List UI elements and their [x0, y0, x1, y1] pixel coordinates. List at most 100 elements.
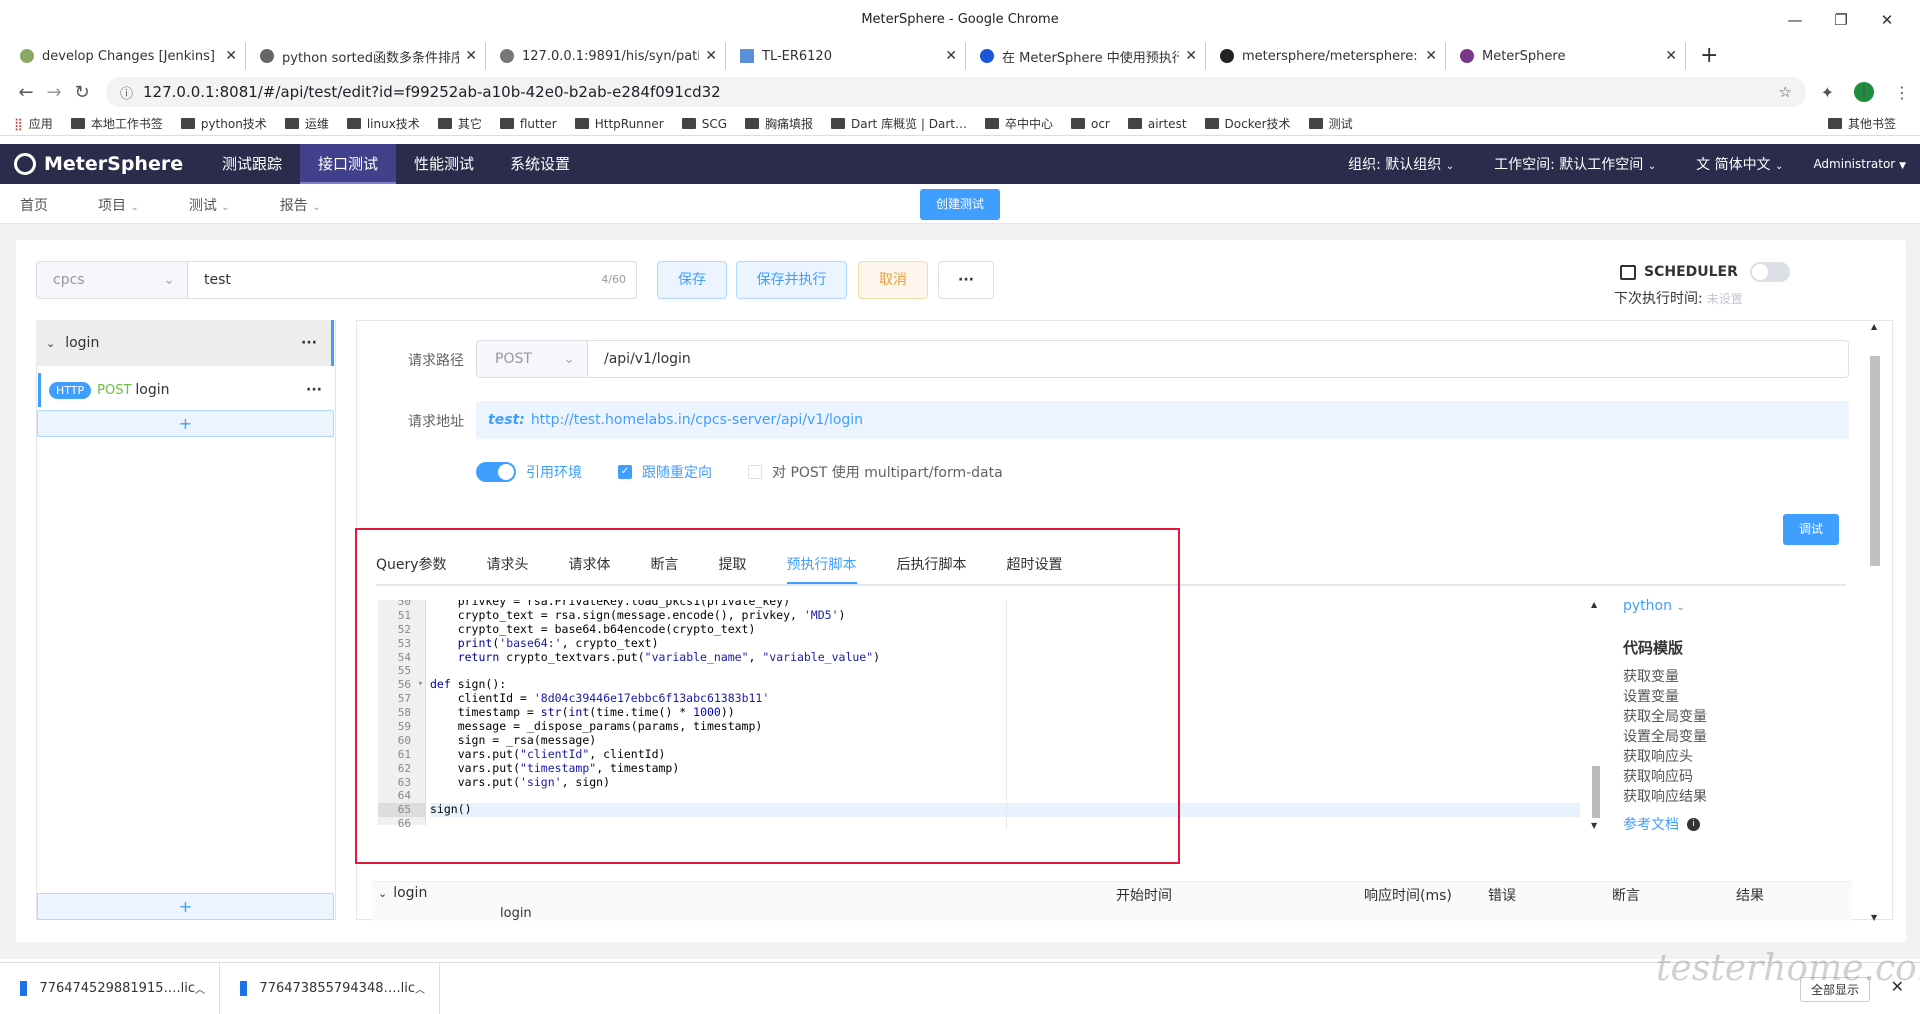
chrome-menu-icon[interactable]: ⋮ — [1894, 83, 1910, 102]
follow-redirect-checkbox[interactable]: ✓ — [618, 465, 632, 479]
save-button[interactable]: 保存 — [657, 261, 727, 299]
reload-icon[interactable]: ↻ — [68, 82, 96, 103]
nav-test-track[interactable]: 测试跟踪 — [204, 144, 300, 184]
save-and-run-button[interactable]: 保存并执行 — [736, 261, 847, 299]
request-item[interactable]: HTTP POST login ··· — [38, 373, 334, 407]
back-icon[interactable]: ← — [12, 82, 40, 103]
scroll-up-icon[interactable]: ▲ — [1591, 600, 1597, 609]
create-test-button[interactable]: 创建测试 — [920, 189, 1000, 220]
template-get-var[interactable]: 获取变量 — [1623, 666, 1679, 686]
chevron-up-icon[interactable]: ︿ — [195, 981, 205, 996]
bookmark-item[interactable]: HttpRunner — [574, 117, 664, 131]
subnav-report[interactable]: 报告 ⌄ — [280, 195, 321, 215]
org-dropdown[interactable]: 组织: 默认组织 ⌄ — [1348, 154, 1454, 174]
editor-scroll-thumb[interactable] — [1592, 766, 1600, 818]
result-toggle[interactable]: ⌄ login — [378, 885, 427, 901]
tab-close-icon[interactable]: ✕ — [945, 48, 957, 64]
panel-scroll-thumb[interactable] — [1870, 356, 1880, 566]
bookmark-item[interactable]: linux技术 — [346, 115, 420, 132]
tab-close-icon[interactable]: ✕ — [1425, 48, 1437, 64]
new-tab-icon[interactable]: + — [1700, 42, 1718, 70]
download-item[interactable]: 776474529881915….lic ︿ — [0, 962, 220, 1014]
subnav-test[interactable]: 测试 ⌄ — [189, 195, 230, 215]
other-bookmarks[interactable]: 其他书签 — [1827, 115, 1896, 132]
scenario-item[interactable]: ⌄ login ··· — [36, 320, 334, 366]
bookmark-item[interactable]: ocr — [1070, 117, 1110, 131]
tab-close-icon[interactable]: ✕ — [1185, 48, 1197, 64]
scroll-down-icon[interactable]: ▼ — [1871, 913, 1877, 922]
test-name-input[interactable]: test 4/60 — [187, 261, 637, 299]
template-get-resp-code[interactable]: 获取响应码 — [1623, 766, 1693, 786]
browser-tab[interactable]: 在 MeterSphere 中使用预执行脚 ✕ — [966, 42, 1206, 70]
restore-icon[interactable]: ❐ — [1818, 0, 1864, 40]
bookmark-item[interactable]: 胸痛填报 — [745, 115, 813, 132]
tab-close-icon[interactable]: ✕ — [705, 48, 717, 64]
nav-api-test[interactable]: 接口测试 — [300, 144, 397, 184]
subnav-home[interactable]: 首页 — [20, 195, 48, 215]
request-more-icon[interactable]: ··· — [306, 382, 322, 398]
nav-settings[interactable]: 系统设置 — [492, 144, 588, 184]
template-set-global-var[interactable]: 设置全局变量 — [1623, 726, 1707, 746]
bookmark-item[interactable]: ⣿ 应用 — [14, 115, 53, 132]
add-request-button[interactable]: + — [37, 410, 334, 437]
browser-tab[interactable]: TL-ER6120 ✕ — [726, 42, 966, 70]
panel-scrollbar[interactable]: ▲ ▼ — [1870, 322, 1882, 922]
scroll-down-icon[interactable]: ▼ — [1591, 821, 1597, 830]
add-scenario-button[interactable]: + — [37, 893, 334, 920]
multipart-checkbox[interactable] — [748, 465, 762, 479]
template-get-resp-body[interactable]: 获取响应结果 — [1623, 786, 1707, 806]
app-logo[interactable]: MeterSphere — [0, 153, 204, 175]
bookmark-item[interactable]: Docker技术 — [1204, 115, 1291, 132]
bookmark-item[interactable]: 测试 — [1308, 115, 1353, 132]
bookmark-item[interactable]: 本地工作书签 — [70, 115, 163, 132]
scheduler-toggle[interactable] — [1749, 262, 1790, 282]
chevron-up-icon[interactable]: ︿ — [415, 981, 425, 996]
tab-close-icon[interactable]: ✕ — [225, 48, 237, 64]
browser-tab[interactable]: develop Changes [Jenkins] ✕ — [6, 42, 246, 70]
language-dropdown[interactable]: 文 简体中文 ⌄ — [1696, 154, 1783, 174]
method-select[interactable]: POST ⌄ — [476, 340, 588, 378]
browser-tab[interactable]: metersphere/metersphere: An ✕ — [1206, 42, 1446, 70]
bookmark-item[interactable]: SCG — [681, 117, 727, 131]
browser-tab[interactable]: python sorted函数多条件排序是 ✕ — [246, 42, 486, 70]
tab-close-icon[interactable]: ✕ — [1665, 48, 1677, 64]
editor-scrollbar[interactable]: ▲ ▼ — [1590, 600, 1602, 830]
browser-tab[interactable]: 127.0.0.1:9891/his/syn/patient✕ — [486, 42, 726, 70]
template-set-var[interactable]: 设置变量 — [1623, 686, 1679, 706]
info-icon[interactable]: ⓘ — [120, 83, 133, 102]
path-input[interactable]: /api/v1/login — [587, 340, 1849, 378]
project-select[interactable]: cpcs ⌄ — [36, 261, 188, 299]
bookmark-item[interactable]: 其它 — [437, 115, 482, 132]
scroll-up-icon[interactable]: ▲ — [1871, 322, 1877, 331]
extensions-icon[interactable]: ✦ — [1821, 83, 1834, 102]
reference-doc-link[interactable]: 参考文档 i — [1623, 814, 1700, 834]
download-item[interactable]: 776473855794348….lic ︿ — [220, 962, 440, 1014]
more-button[interactable]: ··· — [938, 261, 994, 299]
browser-tab-active[interactable]: MeterSphere ✕ — [1446, 42, 1686, 70]
use-env-switch[interactable] — [476, 462, 516, 482]
bookmark-item[interactable]: airtest — [1127, 117, 1187, 131]
minimize-icon[interactable]: — — [1772, 0, 1818, 40]
bookmark-item[interactable]: python技术 — [180, 115, 267, 132]
forward-icon[interactable]: → — [40, 82, 68, 103]
debug-button[interactable]: 调试 — [1783, 514, 1839, 545]
tab-close-icon[interactable]: ✕ — [465, 48, 477, 64]
scenario-more-icon[interactable]: ··· — [301, 335, 317, 351]
close-window-icon[interactable]: ✕ — [1864, 0, 1910, 40]
chevron-down-icon[interactable]: ⌄ — [46, 337, 55, 350]
subnav-project[interactable]: 项目 ⌄ — [98, 195, 139, 215]
bookmark-item[interactable]: Dart 库概览 | Dart… — [831, 115, 967, 132]
bookmark-item[interactable]: flutter — [499, 117, 557, 131]
template-get-global-var[interactable]: 获取全局变量 — [1623, 706, 1707, 726]
user-dropdown[interactable]: Administrator ▼ — [1813, 157, 1906, 171]
bookmark-item[interactable]: 运维 — [284, 115, 329, 132]
nav-performance-test[interactable]: 性能测试 — [396, 144, 492, 184]
bookmark-item[interactable]: 卒中中心 — [984, 115, 1053, 132]
template-get-resp-header[interactable]: 获取响应头 — [1623, 746, 1693, 766]
cancel-button[interactable]: 取消 — [858, 261, 928, 299]
profile-avatar[interactable]: I — [1854, 82, 1874, 102]
workspace-dropdown[interactable]: 工作空间: 默认工作空间 ⌄ — [1494, 154, 1656, 174]
bookmark-star-icon[interactable]: ☆ — [1779, 83, 1792, 101]
language-select[interactable]: python ⌄ — [1623, 598, 1685, 614]
url-input[interactable]: ⓘ 127.0.0.1:8081/#/api/test/edit?id=f992… — [106, 77, 1806, 107]
